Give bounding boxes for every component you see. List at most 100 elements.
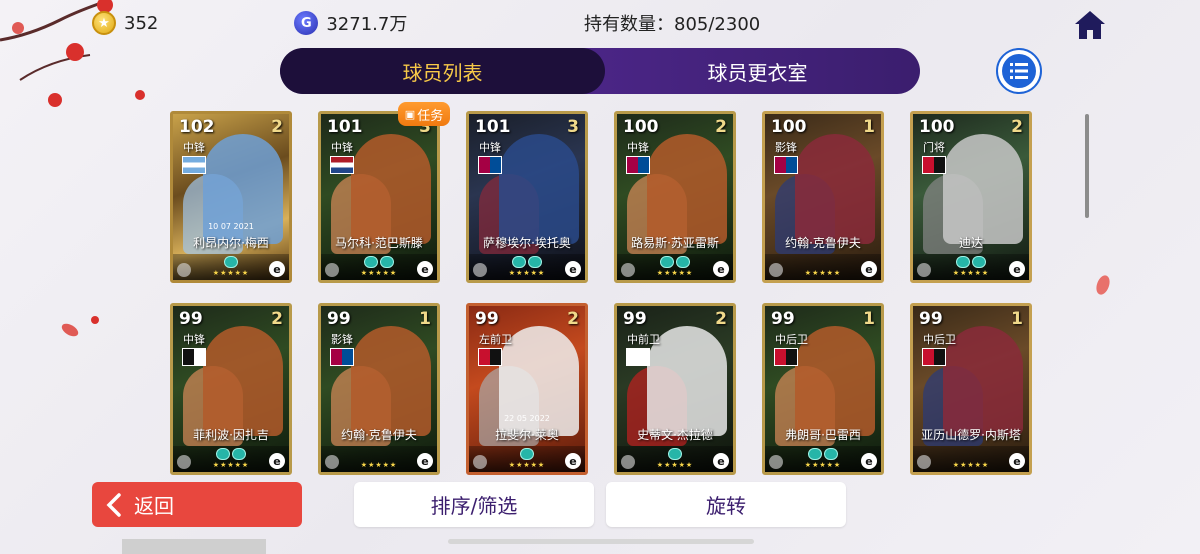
tab-locker-room-label: 球员更衣室	[707, 60, 808, 85]
card-type-icon	[621, 455, 635, 469]
player-name: 迪达	[958, 236, 983, 250]
efootball-icon: e	[417, 261, 433, 277]
efootball-icon: e	[417, 453, 433, 469]
efootball-icon: e	[269, 261, 285, 277]
tab-player-list[interactable]: 球员列表	[280, 48, 605, 94]
rotate-button[interactable]: 旋转	[606, 482, 846, 527]
skill-icons	[808, 448, 838, 460]
player-portrait	[351, 326, 431, 436]
skill-icon	[232, 448, 246, 460]
team-flag-icon	[330, 156, 354, 174]
player-name: 利昂内尔·梅西	[193, 236, 269, 250]
skill-icons	[216, 448, 246, 460]
player-position: 中锋	[479, 141, 501, 154]
player-rating: 99	[771, 309, 795, 329]
skill-icon	[808, 448, 822, 460]
player-card[interactable]: 100 2 中锋 路易斯·苏亚雷斯 ★★★★★ e	[614, 111, 736, 283]
card-date: 10 07 2021	[208, 222, 254, 231]
sort-filter-button[interactable]: 排序/筛选	[354, 482, 594, 527]
player-name: 亚历山德罗·内斯塔	[921, 428, 1021, 442]
player-position: 影锋	[331, 333, 353, 346]
skill-icon	[364, 256, 378, 268]
gift-icon: ▣	[404, 107, 416, 121]
team-flag-icon	[626, 348, 650, 366]
skill-icon	[956, 256, 970, 268]
tab-locker-room[interactable]: 球员更衣室	[595, 48, 920, 94]
player-name: 马尔科·范巴斯滕	[335, 236, 423, 250]
back-button[interactable]: 返回	[92, 482, 302, 527]
player-level: 2	[567, 309, 579, 329]
player-level: 2	[715, 117, 727, 137]
card-type-icon	[917, 263, 931, 277]
player-card[interactable]: 99 2 左前卫 22 05 2022 拉斐尔·莱奥 ★★★★★ e	[466, 303, 588, 475]
list-icon	[1002, 54, 1036, 88]
player-card[interactable]: 101 3 中锋 萨穆埃尔·埃托奥 ★★★★★ e	[466, 111, 588, 283]
task-badge[interactable]: ▣ 任务	[398, 102, 450, 126]
coin-icon: ★	[92, 11, 116, 35]
player-card-grid: 102 2 中锋 10 07 2021 利昂内尔·梅西 ★★★★★ e 101 3 中锋 马尔科·范…	[170, 111, 1040, 475]
player-name: 弗朗哥·巴雷西	[785, 428, 861, 442]
efootball-icon: e	[1009, 261, 1025, 277]
player-card[interactable]: 101 3 中锋 马尔科·范巴斯滕 ★★★★★ e	[318, 111, 440, 283]
tab-bar: 球员列表 球员更衣室	[280, 48, 920, 94]
efootball-icon: e	[269, 453, 285, 469]
owned-count: 持有数量：805/2300	[584, 14, 761, 35]
player-card[interactable]: 99 1 影锋 约翰·克鲁伊夫 ★★★★★ e	[318, 303, 440, 475]
team-flag-icon	[182, 348, 206, 366]
card-type-icon	[325, 455, 339, 469]
efootball-icon: e	[861, 453, 877, 469]
player-rating: 100	[919, 117, 955, 137]
card-type-icon	[473, 455, 487, 469]
player-level: 3	[567, 117, 579, 137]
card-type-icon	[621, 263, 635, 277]
player-position: 影锋	[775, 141, 797, 154]
player-card[interactable]: 99 1 中后卫 弗朗哥·巴雷西 ★★★★★ e	[762, 303, 884, 475]
player-name: 约翰·克鲁伊夫	[341, 428, 417, 442]
efootball-icon: e	[565, 261, 581, 277]
back-button-label: 返回	[134, 494, 174, 518]
player-card[interactable]: 99 2 中锋 菲利波·因扎吉 ★★★★★ e	[170, 303, 292, 475]
player-position: 中后卫	[923, 333, 956, 346]
player-card[interactable]: 99 1 中后卫 亚历山德罗·内斯塔 ★★★★★ e	[910, 303, 1032, 475]
player-name: 菲利波·因扎吉	[193, 428, 269, 442]
player-name: 路易斯·苏亚雷斯	[631, 236, 719, 250]
player-position: 门将	[923, 141, 945, 154]
skill-icons	[668, 448, 682, 460]
player-card[interactable]: 100 1 影锋 约翰·克鲁伊夫 ★★★★★ e	[762, 111, 884, 283]
player-name: 史蒂文·杰拉德	[637, 428, 713, 442]
player-portrait	[943, 134, 1023, 244]
team-flag-icon	[922, 348, 946, 366]
player-level: 2	[715, 309, 727, 329]
player-position: 中后卫	[775, 333, 808, 346]
team-flag-icon	[478, 348, 502, 366]
player-name: 约翰·克鲁伊夫	[785, 236, 861, 250]
player-card[interactable]: 100 2 门将 迪达 ★★★★★ e	[910, 111, 1032, 283]
list-view-button[interactable]	[996, 48, 1042, 94]
home-button[interactable]	[1070, 8, 1110, 42]
efootball-icon: e	[861, 261, 877, 277]
player-position: 中前卫	[627, 333, 660, 346]
player-level: 2	[271, 309, 283, 329]
task-badge-label: 任务	[417, 108, 444, 124]
team-flag-icon	[774, 156, 798, 174]
gp-count: 3271.7万	[326, 14, 408, 35]
efootball-icon: e	[565, 453, 581, 469]
team-flag-icon	[626, 156, 650, 174]
player-level: 1	[419, 309, 431, 329]
player-portrait	[499, 134, 579, 244]
player-card[interactable]: 99 2 中前卫 史蒂文·杰拉德 ★★★★★ e	[614, 303, 736, 475]
skill-icons	[224, 256, 238, 268]
petal-decoration-right	[1096, 275, 1110, 295]
team-flag-icon	[330, 348, 354, 366]
player-card[interactable]: 102 2 中锋 10 07 2021 利昂内尔·梅西 ★★★★★ e	[170, 111, 292, 283]
player-rating: 99	[327, 309, 351, 329]
player-position: 中锋	[183, 141, 205, 154]
card-type-icon	[769, 455, 783, 469]
card-type-icon	[473, 263, 487, 277]
sort-filter-label: 排序/筛选	[430, 494, 518, 518]
team-flag-icon	[774, 348, 798, 366]
skill-icon	[676, 256, 690, 268]
player-name: 拉斐尔·莱奥	[495, 428, 559, 442]
scrollbar[interactable]	[1085, 114, 1089, 218]
skill-icon	[528, 256, 542, 268]
